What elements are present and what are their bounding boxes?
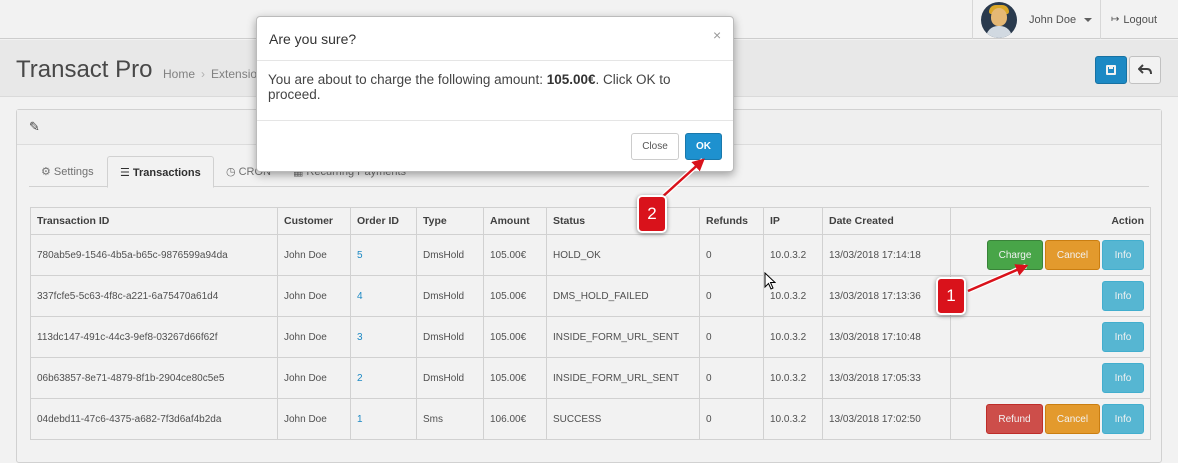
divider (257, 60, 733, 61)
dialog-title: Are you sure? (269, 31, 357, 47)
confirm-dialog: Are you sure? × You are about to charge … (256, 16, 734, 172)
divider (257, 120, 733, 121)
dialog-close-button[interactable]: Close (631, 133, 679, 160)
mouse-cursor-icon (764, 272, 776, 290)
charge-amount: 105.00€ (546, 72, 596, 87)
message-prefix: You are about to charge the following am… (268, 72, 547, 87)
annotation-badge-2: 2 (637, 195, 667, 233)
annotation-badge-1: 1 (936, 277, 966, 315)
dialog-message: You are about to charge the following am… (268, 72, 718, 102)
dialog-ok-button[interactable]: OK (685, 133, 722, 160)
close-icon[interactable]: × (713, 27, 721, 43)
